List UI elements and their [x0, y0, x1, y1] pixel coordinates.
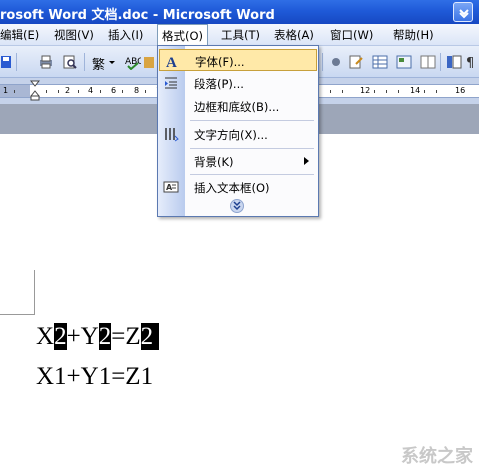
menu-item-label: 字体(F)...	[195, 55, 245, 69]
toolbar-separator	[322, 53, 323, 71]
window-menu-button[interactable]	[453, 2, 473, 22]
selected-superscript: 2	[98, 323, 112, 350]
ruler-tick	[122, 90, 123, 93]
menu-item-label: 文字方向(X)...	[194, 128, 268, 142]
ruler-tick	[398, 90, 399, 93]
ruler-tick	[386, 90, 387, 93]
table-insert-icon[interactable]	[348, 54, 364, 70]
menu-separator	[190, 120, 314, 121]
ruler-number: 4	[88, 86, 94, 95]
svg-text:¶: ¶	[466, 56, 474, 70]
indent-marker[interactable]	[29, 80, 41, 105]
toolbar-separator	[84, 53, 85, 71]
ruler-tick	[424, 90, 425, 93]
double-chevron-down-icon	[233, 201, 241, 211]
spelling-icon[interactable]: ABC	[125, 54, 143, 71]
format-menu: A 字体(F)... 段落(P)... 边框和底纹(B)... 文字方向(X).…	[157, 45, 319, 217]
text-run: =Z	[111, 323, 141, 350]
submenu-arrow-icon	[304, 157, 309, 165]
save-icon[interactable]	[0, 54, 16, 70]
menu-item-text-direction[interactable]: 文字方向(X)...	[159, 123, 317, 145]
svg-text:ABC: ABC	[125, 57, 141, 67]
ruler-number: 8	[134, 86, 140, 95]
ruler-tick	[46, 90, 47, 93]
ruler-number: 12	[360, 86, 371, 95]
text-box-icon: A	[163, 179, 179, 195]
window-title: rosoft Word 文档.doc - Microsoft Word	[0, 8, 275, 23]
menu-insert[interactable]: 插入(I)	[108, 27, 143, 43]
menu-tools[interactable]: 工具(T)	[221, 27, 260, 43]
watermark: 系统之家	[401, 446, 473, 467]
ruler-tick	[14, 90, 15, 93]
ruler-number: 14	[410, 86, 421, 95]
selected-superscript: 2	[54, 323, 67, 350]
toolbar-separator	[16, 53, 17, 71]
ruler-tick	[374, 90, 375, 93]
print-preview-icon[interactable]	[62, 54, 78, 70]
menu-item-background[interactable]: 背景(K)	[159, 150, 317, 172]
menu-item-label: 边框和底纹(B)...	[194, 100, 280, 114]
toolbar-separator	[440, 53, 441, 71]
paragraph-icon	[163, 75, 179, 91]
svg-text:A: A	[166, 183, 173, 192]
drawing-icon[interactable]	[328, 54, 344, 70]
expand-menu-button[interactable]	[230, 199, 244, 213]
equation-line-2[interactable]: X1+Y1=Z1	[36, 362, 153, 392]
margin-corner-mark	[34, 270, 35, 314]
chevron-down-icon	[459, 9, 469, 19]
print-icon[interactable]	[38, 54, 54, 70]
ruler-number: 2	[65, 86, 71, 95]
menu-item-label: 插入文本框(O)	[194, 181, 270, 195]
dropdown-arrow-icon[interactable]	[108, 54, 116, 70]
ruler-tick	[100, 90, 101, 93]
menu-format[interactable]: 格式(O)	[157, 24, 209, 46]
menu-bar: 编辑(E) 视图(V) 插入(I) 格式(O) 工具(T) 表格(A) 窗口(W…	[0, 24, 479, 46]
svg-text:A: A	[166, 55, 177, 69]
font-a-icon: A	[164, 53, 180, 71]
ruler-tick	[342, 90, 343, 93]
menu-item-borders-shading[interactable]: 边框和底纹(B)...	[159, 95, 317, 117]
show-hide-icon[interactable]: ¶	[464, 54, 478, 71]
menu-item-label: 背景(K)	[194, 155, 234, 169]
menu-edit[interactable]: 编辑(E)	[0, 27, 39, 43]
margin-corner-mark	[0, 314, 35, 315]
menu-item-label: 段落(P)...	[194, 77, 244, 91]
ruler-tick	[330, 90, 331, 93]
menu-help[interactable]: 帮助(H)	[393, 27, 434, 43]
ruler-number: 6	[111, 86, 117, 95]
menu-item-font[interactable]: A 字体(F)...	[159, 49, 317, 71]
menu-view[interactable]: 视图(V)	[54, 27, 94, 43]
menu-item-paragraph[interactable]: 段落(P)...	[159, 72, 317, 94]
menu-window[interactable]: 窗口(W)	[330, 27, 373, 43]
selected-superscript: 2	[140, 323, 154, 350]
columns-icon[interactable]	[420, 54, 436, 70]
traditional-chinese-button[interactable]: 繁	[92, 54, 105, 73]
ruler-tick	[145, 90, 146, 93]
menu-separator	[190, 174, 314, 175]
insert-table-icon[interactable]	[372, 54, 388, 70]
ruler-number: 16	[455, 86, 466, 95]
menu-separator	[190, 148, 314, 149]
text-direction-icon	[163, 126, 179, 142]
ruler-tick	[436, 90, 437, 93]
menu-item-insert-textbox[interactable]: A 插入文本框(O)	[159, 176, 317, 198]
research-icon[interactable]	[143, 54, 155, 70]
ruler-tick	[78, 90, 79, 93]
selection-tail	[153, 323, 160, 350]
text-run: +Y	[66, 323, 99, 350]
equation-line-1[interactable]: X2+Y2=Z2	[36, 322, 160, 352]
document-map-icon[interactable]	[446, 54, 462, 70]
title-bar: rosoft Word 文档.doc - Microsoft Word	[0, 0, 479, 24]
ruler-number: 1	[3, 86, 9, 95]
text-run: X	[36, 323, 55, 350]
ruler-tick	[58, 90, 59, 93]
menu-table[interactable]: 表格(A)	[274, 27, 314, 43]
insert-excel-icon[interactable]	[396, 54, 412, 70]
